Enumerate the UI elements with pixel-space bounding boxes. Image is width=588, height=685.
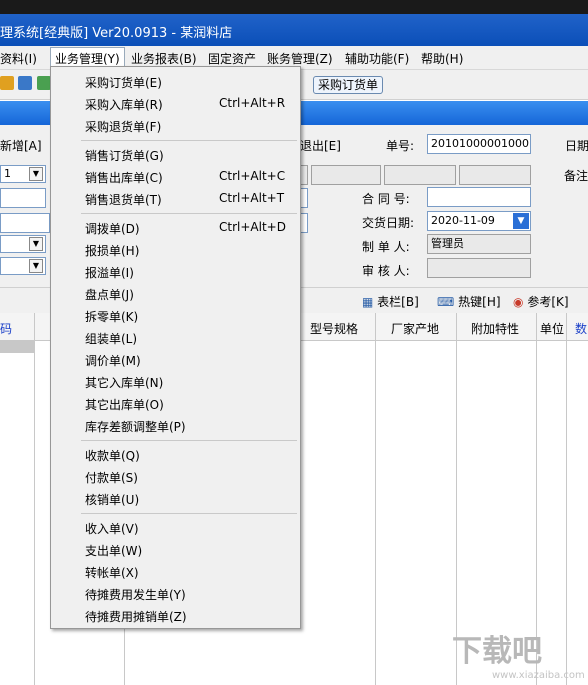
contract-label: 合 同 号: <box>362 192 410 206</box>
mid-field-2[interactable] <box>311 165 381 185</box>
mid-field-6[interactable] <box>300 213 308 233</box>
menu-separator <box>81 140 297 141</box>
document-tab[interactable]: 采购订货单 <box>313 76 384 94</box>
menu-item-sales-return[interactable]: 销售退货单(T) <box>85 191 162 208</box>
menu-item-stocktake[interactable]: 盘点单(J) <box>85 286 134 303</box>
menu-item-payment[interactable]: 付款单(S) <box>85 469 138 486</box>
col-extra-attr[interactable]: 附加特性 <box>471 320 519 337</box>
menu-item-purchase-receipt[interactable]: 采购入库单(R) <box>85 96 163 113</box>
mid-field-1[interactable] <box>300 165 308 185</box>
doc-no-label: 单号: <box>386 139 415 153</box>
chevron-down-icon[interactable]: ▼ <box>29 237 43 251</box>
menu-separator <box>81 213 297 214</box>
hotkey-label: 热键[H] <box>458 295 501 309</box>
window-title: 理系统[经典版] Ver20.0913 - 某润料店 <box>0 26 233 41</box>
menu-item-other-outbound[interactable]: 其它出库单(O) <box>85 396 164 413</box>
menu-item-transfer-account[interactable]: 转帐单(X) <box>85 564 139 581</box>
menu-item-loss[interactable]: 报损单(H) <box>85 242 139 259</box>
menu-fixed-assets[interactable]: 固定资产 <box>208 50 256 67</box>
watermark-logo: 下载吧 www.xiazaiba.com <box>452 626 588 685</box>
left-field-3[interactable] <box>0 213 50 233</box>
menu-item-expense[interactable]: 支出单(W) <box>85 542 142 559</box>
shortcut-purchase-receipt: Ctrl+Alt+R <box>219 96 286 110</box>
table-icon: ▦ <box>362 295 374 309</box>
reference-label: 参考[K] <box>527 295 569 309</box>
hotkey-button[interactable]: ⌨ 热键[H] <box>437 293 501 310</box>
menu-separator <box>81 440 297 441</box>
table-columns-label: 表栏[B] <box>377 295 419 309</box>
calendar-dropdown-icon[interactable]: ▼ <box>513 213 529 229</box>
menu-item-transfer[interactable]: 调拨单(D) <box>85 220 140 237</box>
shortcut-transfer: Ctrl+Alt+D <box>219 220 286 234</box>
users-icon[interactable] <box>37 76 51 90</box>
reviewer-label: 审 核 人: <box>362 264 410 278</box>
new-button[interactable]: 新增[A] <box>0 137 42 154</box>
shortcut-sales-outbound: Ctrl+Alt+C <box>219 169 286 183</box>
doc-no-field[interactable]: 201010000010001 <box>427 134 531 154</box>
col-quantity[interactable]: 数 <box>575 320 587 337</box>
contract-field[interactable] <box>427 187 531 207</box>
business-management-menu: 采购订货单(E) 采购入库单(R) Ctrl+Alt+R 采购退货单(F) 销售… <box>50 66 301 629</box>
menu-item-sales-outbound[interactable]: 销售出库单(C) <box>85 169 163 186</box>
refresh-icon[interactable] <box>18 76 32 90</box>
folder-icon[interactable] <box>0 76 14 90</box>
menu-item-write-off[interactable]: 核销单(U) <box>85 491 139 508</box>
mid-field-3[interactable] <box>384 165 456 185</box>
desktop-strip <box>0 0 588 14</box>
col-code[interactable]: 码 <box>0 320 12 337</box>
reference-icon: ◉ <box>513 295 524 309</box>
delivery-date-value: 2020-11-09 <box>431 214 495 227</box>
col-model-spec[interactable]: 型号规格 <box>310 320 358 337</box>
menu-item-prepaid-incurred[interactable]: 待摊费用发生单(Y) <box>85 586 186 603</box>
menu-item-assembly[interactable]: 组装单(L) <box>85 330 137 347</box>
menu-help[interactable]: 帮助(H) <box>421 50 463 67</box>
table-columns-button[interactable]: ▦ 表栏[B] <box>362 293 419 310</box>
mid-field-4[interactable] <box>459 165 531 185</box>
grid-line <box>375 313 376 685</box>
title-bar: 理系统[经典版] Ver20.0913 - 某润料店 <box>0 0 588 46</box>
menu-business-reports[interactable]: 业务报表(B) <box>131 50 197 67</box>
menu-item-prepaid-amortize[interactable]: 待摊费用摊销单(Z) <box>85 608 187 625</box>
watermark-url: www.xiazaiba.com <box>492 670 585 681</box>
col-manufacturer[interactable]: 厂家产地 <box>391 320 439 337</box>
mid-field-5[interactable] <box>300 188 308 208</box>
chevron-down-icon[interactable]: ▼ <box>29 259 43 273</box>
delivery-date-field[interactable]: 2020-11-09 ▼ <box>427 211 531 231</box>
grid-line <box>34 313 35 685</box>
menu-basic-data[interactable]: 资料(I) <box>0 50 37 67</box>
maker-label: 制 单 人: <box>362 240 410 254</box>
date-label: 日期 <box>565 139 588 153</box>
menu-auxiliary[interactable]: 辅助功能(F) <box>345 50 409 67</box>
reference-button[interactable]: ◉ 参考[K] <box>513 293 569 310</box>
table-row[interactable] <box>0 341 34 353</box>
menu-item-purchase-return[interactable]: 采购退货单(F) <box>85 118 161 135</box>
menu-item-split[interactable]: 拆零单(K) <box>85 308 138 325</box>
watermark-text: 下载吧 <box>452 634 542 669</box>
col-unit[interactable]: 单位 <box>540 320 564 337</box>
maker-field[interactable]: 管理员 <box>427 234 531 254</box>
menu-item-other-inbound[interactable]: 其它入库单(N) <box>85 374 163 391</box>
menu-item-receipt[interactable]: 收款单(Q) <box>85 447 140 464</box>
menu-item-price-adjust[interactable]: 调价单(M) <box>85 352 141 369</box>
exit-button[interactable]: 退出[E] <box>300 137 341 154</box>
menu-item-overflow[interactable]: 报溢单(I) <box>85 264 134 281</box>
menu-item-income[interactable]: 收入单(V) <box>85 520 139 537</box>
chevron-down-icon[interactable]: ▼ <box>29 167 43 181</box>
menu-separator <box>81 513 297 514</box>
menu-accounting[interactable]: 账务管理(Z) <box>267 50 333 67</box>
delivery-date-label: 交货日期: <box>362 216 415 230</box>
reviewer-field[interactable] <box>427 258 531 278</box>
menu-item-purchase-order[interactable]: 采购订货单(E) <box>85 74 162 91</box>
left-field-2[interactable] <box>0 188 46 208</box>
remark-label: 备注 <box>564 169 588 183</box>
menu-item-sales-order[interactable]: 销售订货单(G) <box>85 147 164 164</box>
keyboard-icon: ⌨ <box>437 295 455 309</box>
shortcut-sales-return: Ctrl+Alt+T <box>219 191 285 205</box>
menu-item-stock-diff-adjust[interactable]: 库存差额调整单(P) <box>85 418 186 435</box>
